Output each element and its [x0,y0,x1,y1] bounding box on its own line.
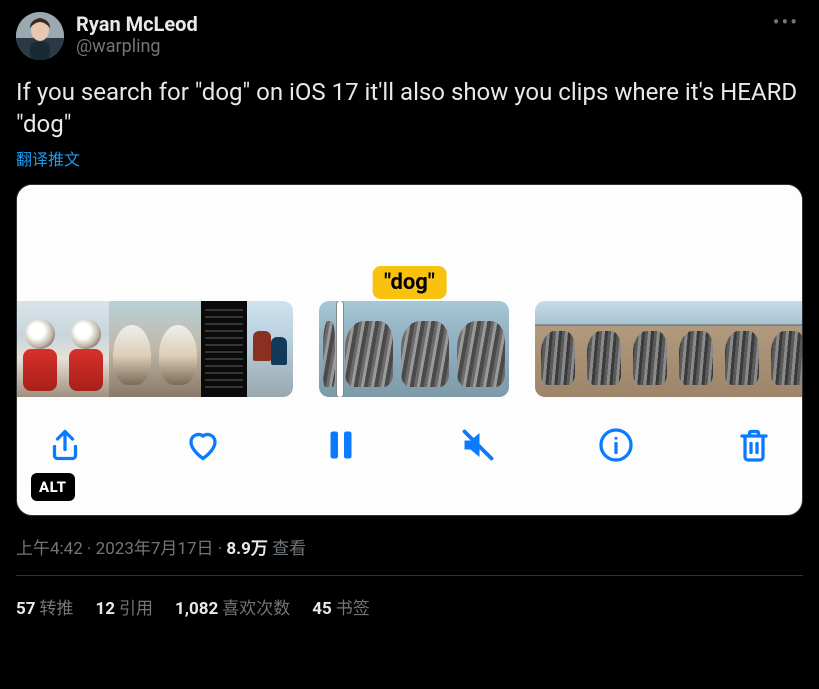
retweets-stat[interactable]: 57转推 [16,594,74,619]
likes-stat[interactable]: 1,082喜欢次数 [175,594,290,619]
media-toolbar [17,397,802,497]
video-frame [673,301,719,397]
avatar[interactable] [16,12,64,60]
video-timeline[interactable] [17,301,802,397]
video-frame [627,301,673,397]
video-frame [719,301,765,397]
pause-button[interactable] [321,427,361,467]
video-frame [201,301,247,397]
playhead[interactable] [337,301,343,397]
video-frame [765,301,802,397]
translate-link[interactable]: 翻译推文 [16,146,80,170]
video-frame [535,301,581,397]
video-frame [453,301,509,397]
video-frame [581,301,627,397]
views-label: 查看 [272,539,306,559]
tweet-text: If you search for "dog" on iOS 17 it'll … [16,76,803,140]
video-frame [155,301,201,397]
info-icon [598,427,634,467]
video-frame [341,301,397,397]
video-frame [63,301,109,397]
tweet-meta: 上午4:42 · 2023年7月17日 · 8.9万 查看 [16,534,803,576]
author-block[interactable]: Ryan McLeod @warpling [76,12,757,58]
like-button[interactable] [183,427,223,467]
tweet-container: Ryan McLeod @warpling ••• If you search … [0,0,819,637]
pause-icon [323,427,359,467]
trash-icon [736,427,772,467]
video-frame [247,301,293,397]
share-button[interactable] [45,427,85,467]
delete-button[interactable] [734,427,774,467]
media-top-area: "dog" [17,185,802,301]
alt-badge[interactable]: ALT [31,473,75,501]
views-count: 8.9万 [226,539,267,559]
tweet-date[interactable]: 2023年7月17日 [96,539,214,559]
mute-button[interactable] [458,427,498,467]
speaker-muted-icon [460,427,496,467]
clip-group-1[interactable] [17,301,293,397]
tweet-time[interactable]: 上午4:42 [16,539,83,559]
video-frame [109,301,155,397]
search-badge: "dog" [372,266,447,299]
clip-group-2[interactable] [319,301,509,397]
display-name: Ryan McLeod [76,12,757,36]
tweet-header: Ryan McLeod @warpling ••• [16,12,803,60]
tweet-stats: 57转推 12引用 1,082喜欢次数 45书签 [16,576,803,637]
bookmarks-stat[interactable]: 45书签 [312,594,370,619]
info-button[interactable] [596,427,636,467]
video-frame [319,301,339,397]
video-frame [17,301,63,397]
quotes-stat[interactable]: 12引用 [96,594,154,619]
handle: @warpling [76,36,757,58]
media-card[interactable]: "dog" [16,184,803,516]
heart-icon [185,427,221,467]
video-frame [397,301,453,397]
share-icon [47,427,83,467]
more-button[interactable]: ••• [769,12,803,32]
clip-group-3[interactable] [535,301,802,397]
